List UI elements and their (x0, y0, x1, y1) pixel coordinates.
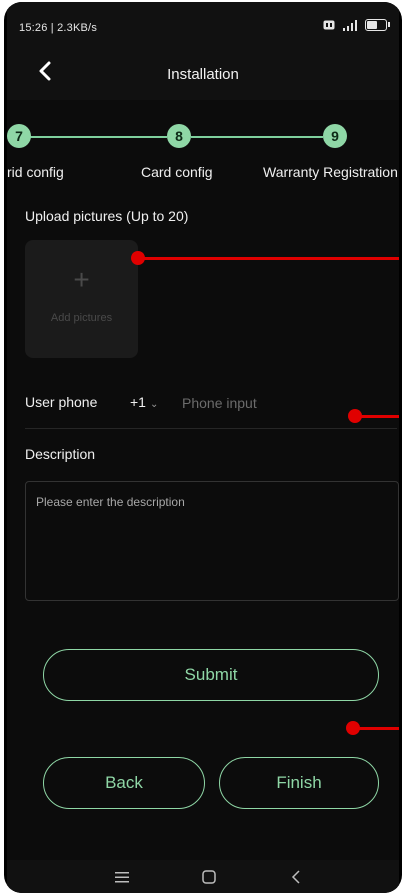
phone-frame: 15:26 | 2.3KB/s Installation 7 8 9 rid c… (4, 2, 402, 893)
step-8-dot[interactable]: 8 (167, 124, 191, 148)
menu-icon[interactable] (107, 866, 137, 888)
status-time: 15:26 | 2.3KB/s (19, 22, 98, 34)
main-content: 7 8 9 rid config Card config Warranty Re… (7, 100, 399, 860)
app-header: Installation (7, 48, 399, 100)
system-nav-bar (7, 860, 399, 893)
user-phone-label: User phone (25, 394, 98, 410)
status-icons (323, 19, 390, 31)
step-7-dot[interactable]: 7 (7, 124, 31, 148)
step-9-dot[interactable]: 9 (323, 124, 347, 148)
country-code-select[interactable]: +1 ⌄ (130, 394, 158, 410)
hd-icon (323, 20, 335, 30)
status-bar: 15:26 | 2.3KB/s (7, 2, 399, 48)
step-connector (191, 136, 323, 138)
description-textarea[interactable] (25, 481, 399, 601)
finish-button[interactable]: Finish (219, 757, 379, 809)
plus-icon: + (73, 264, 90, 295)
annotation-dot (348, 409, 362, 423)
step-9-label: Warranty Registration (263, 164, 398, 180)
annotation-dot (346, 721, 360, 735)
annotation-dot (131, 251, 145, 265)
annotation-line (138, 257, 399, 260)
back-button[interactable]: Back (43, 757, 205, 809)
country-code-value: +1 (130, 394, 146, 410)
description-label: Description (25, 446, 96, 462)
phone-input[interactable] (180, 390, 394, 416)
home-square-icon[interactable] (194, 866, 224, 888)
app-screen: 15:26 | 2.3KB/s Installation 7 8 9 rid c… (7, 2, 399, 893)
upload-label: Upload pictures (Up to 20) (25, 208, 189, 224)
step-connector (23, 136, 167, 138)
battery-level (367, 21, 377, 29)
add-pictures-button[interactable]: + Add pictures (25, 240, 138, 358)
user-phone-row: User phone +1 ⌄ (25, 388, 397, 429)
step-7-label: rid config (7, 164, 64, 180)
chevron-down-icon: ⌄ (149, 399, 159, 410)
back-triangle-icon[interactable] (281, 866, 311, 888)
step-8-label: Card config (141, 164, 213, 180)
add-pictures-label: Add pictures (50, 312, 113, 324)
page-title: Installation (167, 66, 239, 83)
submit-button[interactable]: Submit (43, 649, 379, 701)
battery-icon (365, 19, 390, 31)
signal-icon (343, 20, 357, 31)
